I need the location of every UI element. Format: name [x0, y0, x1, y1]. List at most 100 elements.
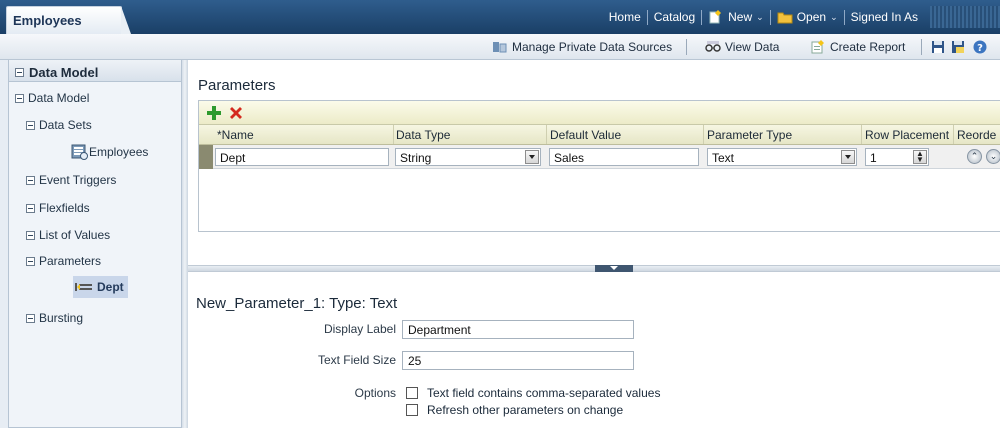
tree-item-list-of-values[interactable]: List of Values: [26, 228, 110, 242]
data-model-panel: Data Model Data Model Data Sets Employee…: [8, 60, 182, 428]
column-divider: [953, 125, 954, 144]
collapse-icon[interactable]: [26, 175, 35, 185]
default-value-input[interactable]: Sales: [549, 148, 699, 166]
toolbar-divider: [921, 39, 922, 55]
column-divider: [703, 125, 704, 144]
header-decoration: [930, 6, 1000, 28]
tree-item-label: Bursting: [39, 311, 84, 325]
save-as-button[interactable]: [950, 38, 966, 56]
options-label: Options: [354, 386, 396, 400]
help-button[interactable]: ?: [972, 38, 988, 56]
manage-private-data-sources-button[interactable]: Manage Private Data Sources: [492, 38, 672, 56]
data-type-select[interactable]: String: [395, 148, 541, 166]
help-icon: ?: [973, 40, 987, 54]
text-field-size-input[interactable]: 25: [402, 351, 634, 370]
tree-item-label: Employees: [89, 145, 149, 159]
tree-item-label: Data Model: [28, 91, 90, 105]
toolbar: Manage Private Data Sources View Data Cr…: [0, 34, 1000, 60]
parameter-type-select[interactable]: Text: [707, 148, 857, 166]
tree-item-parameters[interactable]: Parameters: [26, 254, 101, 268]
column-parameter-type: Parameter Type: [707, 128, 793, 142]
splitter-collapse-icon[interactable]: [595, 265, 633, 272]
tree-item-label: List of Values: [39, 228, 111, 242]
chevron-down-icon[interactable]: [525, 150, 539, 164]
column-default-value: Default Value: [550, 128, 622, 142]
signed-in-as[interactable]: Signed In As: [845, 10, 924, 24]
data-sources-icon: [493, 42, 507, 53]
catalog-label: Catalog: [653, 10, 696, 24]
top-header-bar: Employees Home Catalog New ⌄ Open ⌄ Sign…: [0, 0, 1000, 34]
refresh-parameters-checkbox[interactable]: [406, 404, 418, 416]
data-type-value: String: [400, 151, 432, 165]
row-placement-value: 1: [870, 151, 877, 165]
text-field-size-label: Text Field Size: [317, 353, 396, 367]
default-value-value: Sales: [554, 151, 585, 165]
move-down-icon[interactable]: ⌄: [986, 149, 1000, 164]
row-selector[interactable]: [199, 145, 213, 169]
parameter-type-value: Text: [712, 151, 735, 165]
tree-item-employees[interactable]: Employees: [71, 144, 148, 160]
panel-header[interactable]: Data Model: [9, 60, 181, 82]
tree-item-bursting[interactable]: Bursting: [26, 311, 83, 325]
manage-sources-label: Manage Private Data Sources: [512, 40, 673, 54]
home-link[interactable]: Home: [603, 10, 647, 24]
svg-text:?: ?: [977, 43, 983, 54]
chevron-down-icon[interactable]: [841, 150, 855, 164]
parameters-table: *Name Data Type Default Value Parameter …: [198, 100, 1000, 232]
collapse-icon[interactable]: [26, 230, 35, 240]
home-label: Home: [608, 10, 641, 24]
dataset-icon: [71, 144, 88, 160]
collapse-icon[interactable]: [26, 256, 35, 266]
column-name: *Name: [217, 128, 254, 142]
tree-item-data-model[interactable]: Data Model: [15, 91, 89, 105]
parameters-title: Parameters: [198, 77, 276, 94]
comma-separated-checkbox[interactable]: [406, 387, 418, 399]
column-data-type: Data Type: [396, 128, 451, 142]
chevron-down-icon: ⌄: [756, 11, 764, 22]
view-data-button[interactable]: View Data: [705, 38, 779, 56]
column-reorder: Reorde: [957, 128, 997, 142]
tree-item-dept-selected[interactable]: Dept: [73, 276, 128, 298]
collapse-icon[interactable]: [15, 93, 24, 103]
add-icon[interactable]: [206, 105, 222, 121]
signed-in-label: Signed In As: [850, 10, 918, 24]
column-row-placement: Row Placement: [865, 128, 950, 142]
collapse-icon[interactable]: [15, 67, 24, 77]
table-row[interactable]: Dept String Sales Text 1 ▲ ▼ ⌃ ⌄: [199, 145, 1000, 169]
name-input[interactable]: Dept: [215, 148, 389, 166]
collapse-icon[interactable]: [26, 120, 35, 130]
comma-separated-label: Text field contains comma-separated valu…: [427, 386, 661, 400]
stepper-arrows-icon[interactable]: ▲ ▼: [913, 150, 927, 164]
name-value: Dept: [220, 151, 246, 165]
app-tab-employees[interactable]: Employees: [6, 6, 122, 34]
display-label-label: Display Label: [323, 322, 396, 336]
tree-item-label: Dept: [97, 280, 124, 294]
tree-item-event-triggers[interactable]: Event Triggers: [26, 173, 116, 187]
collapse-icon[interactable]: [26, 203, 35, 213]
refresh-parameters-label: Refresh other parameters on change: [427, 403, 624, 417]
column-divider: [861, 125, 862, 144]
glasses-icon: [705, 41, 721, 52]
create-report-label: Create Report: [830, 40, 906, 54]
save-icon: [932, 41, 944, 53]
display-label-input[interactable]: Department: [402, 320, 634, 339]
column-divider: [546, 125, 547, 144]
create-report-button[interactable]: Create Report: [810, 38, 905, 56]
delete-icon[interactable]: [228, 105, 244, 121]
open-label: Open: [796, 10, 827, 24]
display-label-value: Department: [408, 323, 471, 337]
create-report-icon: [811, 40, 824, 54]
catalog-link[interactable]: Catalog: [648, 10, 701, 24]
save-button[interactable]: [930, 38, 946, 56]
move-up-icon[interactable]: ⌃: [967, 149, 982, 164]
tree-item-flexfields[interactable]: Flexfields: [26, 201, 90, 215]
collapse-icon[interactable]: [26, 313, 35, 323]
text-field-size-value: 25: [408, 354, 422, 368]
horizontal-splitter[interactable]: [188, 265, 1000, 272]
open-menu[interactable]: Open ⌄: [771, 10, 844, 24]
new-menu[interactable]: New ⌄: [702, 10, 770, 24]
row-placement-stepper[interactable]: 1 ▲ ▼: [865, 148, 929, 166]
main-content: Parameters *Name Data Type Default Value…: [188, 60, 1000, 428]
tree-item-data-sets[interactable]: Data Sets: [26, 118, 92, 132]
top-nav: Home Catalog New ⌄ Open ⌄ Signed In As: [603, 0, 924, 34]
